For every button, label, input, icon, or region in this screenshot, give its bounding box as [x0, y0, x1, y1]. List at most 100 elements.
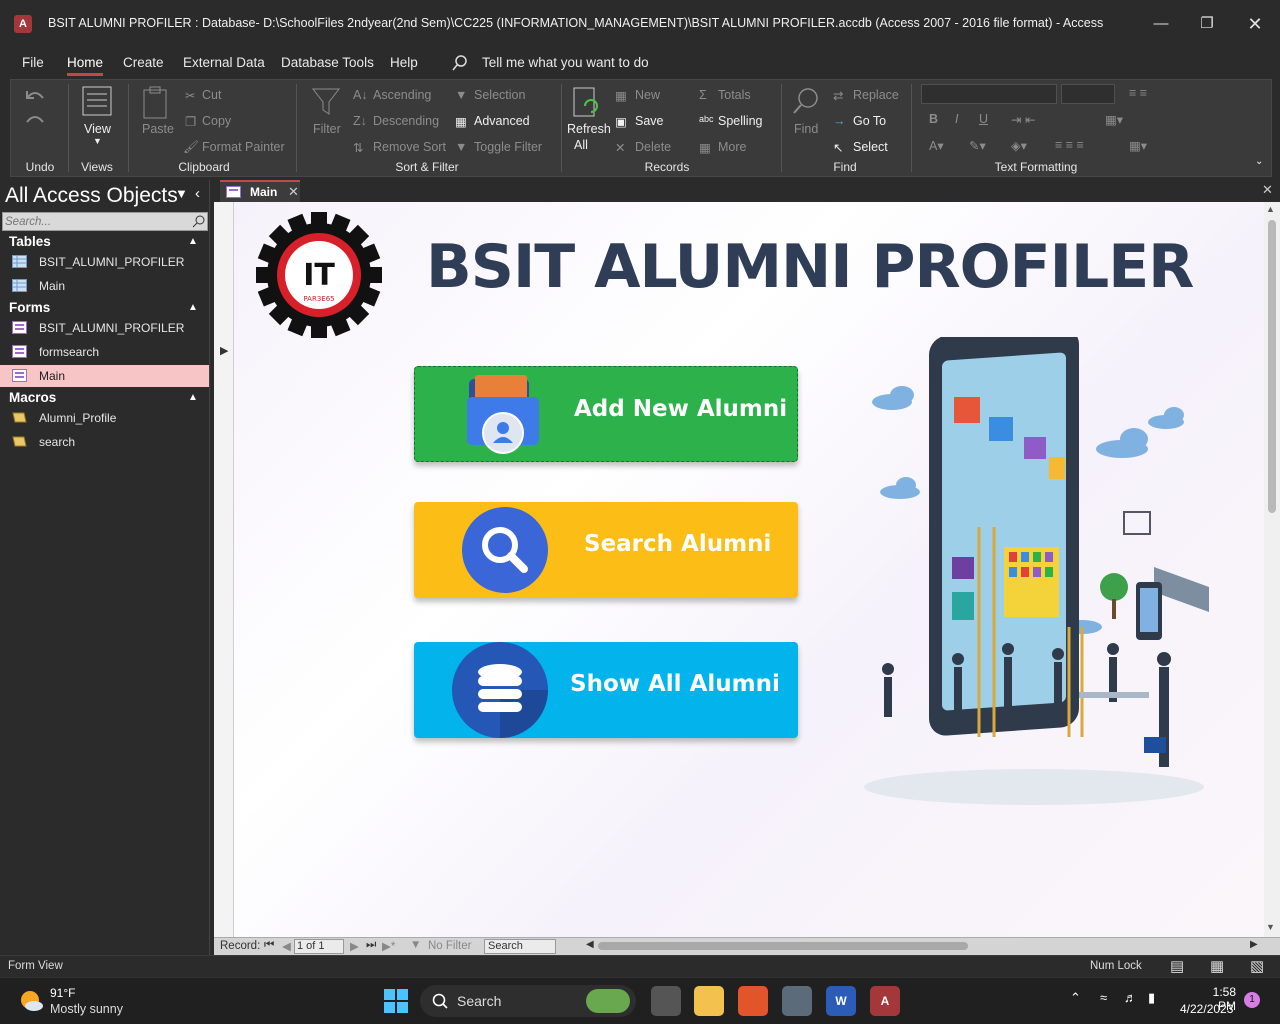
- toggle-filter-button[interactable]: Toggle Filter: [474, 140, 542, 154]
- next-record-icon[interactable]: ▶: [350, 939, 359, 953]
- select-button[interactable]: Select: [853, 140, 888, 154]
- tab-create[interactable]: Create: [123, 55, 164, 70]
- layout-view-icon[interactable]: ▦: [1210, 957, 1224, 975]
- nav-item-table-main[interactable]: Main: [0, 275, 209, 297]
- nav-pane-header[interactable]: All Access Objects: [5, 184, 178, 208]
- calculator-icon[interactable]: [782, 986, 812, 1016]
- font-color-icon[interactable]: A▾: [929, 138, 944, 153]
- selection-button[interactable]: Selection: [474, 88, 525, 102]
- goto-button[interactable]: Go To: [853, 114, 886, 128]
- indent-icons[interactable]: ⇥ ⇤: [1011, 112, 1035, 127]
- word-icon[interactable]: W: [826, 986, 856, 1016]
- nav-menu-icon[interactable]: ▼: [175, 186, 188, 201]
- scroll-down-icon[interactable]: ▼: [1266, 922, 1275, 932]
- nav-item-macro-alumni-profile[interactable]: Alumni_Profile: [0, 407, 209, 429]
- undo-redo-icons[interactable]: [23, 86, 55, 126]
- scroll-up-icon[interactable]: ▲: [1266, 204, 1275, 214]
- tab-help[interactable]: Help: [390, 55, 418, 70]
- record-position-box[interactable]: 1 of 1: [294, 939, 344, 954]
- taskbar-search[interactable]: Search: [420, 985, 636, 1017]
- nav-collapse-icon[interactable]: ‹: [195, 185, 200, 202]
- hscroll-left-icon[interactable]: ◀: [586, 939, 594, 950]
- chevron-up-icon[interactable]: ▲: [188, 392, 198, 403]
- record-selector[interactable]: ▶: [214, 202, 234, 937]
- record-search-box[interactable]: Search: [484, 939, 556, 954]
- format-painter-button[interactable]: Format Painter: [202, 140, 285, 154]
- advanced-button[interactable]: Advanced: [474, 114, 530, 128]
- tab-file[interactable]: File: [22, 55, 44, 70]
- tab-database-tools[interactable]: Database Tools: [281, 55, 374, 70]
- list-icons[interactable]: ≡ ≡: [1129, 86, 1147, 100]
- no-filter-indicator[interactable]: No Filter: [428, 940, 471, 952]
- nav-item-table-bsit[interactable]: BSIT_ALUMNI_PROFILER: [0, 251, 209, 273]
- form-view-icon[interactable]: ▤: [1170, 957, 1184, 975]
- nav-search-input[interactable]: [3, 213, 189, 230]
- clock-date[interactable]: 4/22/2023: [1180, 1002, 1233, 1016]
- tell-me-box[interactable]: Tell me what you want to do: [482, 55, 649, 70]
- tab-external-data[interactable]: External Data: [183, 55, 265, 70]
- volume-icon[interactable]: ♬: [1124, 990, 1137, 1005]
- collapse-ribbon-icon[interactable]: ⌄: [1255, 156, 1263, 167]
- nav-category-tables[interactable]: Tables: [9, 234, 51, 249]
- add-new-alumni-button[interactable]: Add New Alumni: [414, 366, 798, 462]
- first-record-icon[interactable]: ⏮: [264, 939, 274, 952]
- view-button[interactable]: View: [84, 122, 111, 136]
- ascending-button[interactable]: Ascending: [373, 88, 431, 102]
- nav-item-form-bsit[interactable]: BSIT_ALUMNI_PROFILER: [0, 317, 209, 339]
- notification-badge[interactable]: 1: [1244, 992, 1260, 1008]
- nav-category-macros[interactable]: Macros: [9, 390, 56, 405]
- weather-sun-icon[interactable]: [18, 988, 44, 1014]
- access-taskbar-icon[interactable]: A: [870, 986, 900, 1016]
- minimize-button[interactable]: —: [1146, 10, 1176, 38]
- windows-start-icon[interactable]: [384, 989, 408, 1013]
- totals-button[interactable]: Totals: [718, 88, 751, 102]
- italic-button[interactable]: I: [955, 112, 958, 126]
- prev-record-icon[interactable]: ◀: [282, 939, 291, 953]
- chevron-up-icon[interactable]: ▲: [188, 302, 198, 313]
- view-dropdown-icon[interactable]: ▼: [93, 136, 102, 146]
- filter-button[interactable]: Filter: [313, 122, 341, 136]
- highlight-icon[interactable]: ✎▾: [969, 138, 986, 153]
- brave-browser-icon[interactable]: [738, 986, 768, 1016]
- close-document-icon[interactable]: ✕: [1262, 182, 1273, 198]
- alt-row-color-icon[interactable]: ▦▾: [1129, 138, 1147, 153]
- chevron-up-icon[interactable]: ▲: [188, 236, 198, 247]
- copy-button[interactable]: Copy: [202, 114, 231, 128]
- battery-icon[interactable]: ▮: [1148, 990, 1155, 1006]
- show-all-alumni-button[interactable]: Show All Alumni: [414, 642, 798, 738]
- refresh-all-button[interactable]: Refresh: [567, 122, 611, 136]
- fill-color-icon[interactable]: ◈▾: [1011, 138, 1027, 153]
- tab-home[interactable]: Home: [67, 55, 104, 76]
- nav-item-form-formsearch[interactable]: formsearch: [0, 341, 209, 363]
- close-window-button[interactable]: ✕: [1240, 10, 1270, 38]
- chevron-up-icon[interactable]: ⌃: [1070, 990, 1081, 1006]
- gridlines-icon[interactable]: ▦▾: [1105, 112, 1123, 127]
- align-icons[interactable]: ≡ ≡ ≡: [1055, 138, 1084, 152]
- horizontal-scroll-thumb[interactable]: [598, 942, 968, 950]
- restore-button[interactable]: ❐: [1192, 10, 1222, 38]
- nav-item-macro-search[interactable]: search: [0, 431, 209, 453]
- underline-button[interactable]: U: [979, 112, 988, 126]
- spelling-button[interactable]: Spelling: [718, 114, 762, 128]
- doc-tab-main[interactable]: Main ✕: [220, 180, 300, 202]
- close-tab-icon[interactable]: ✕: [288, 184, 299, 200]
- task-view-icon[interactable]: [651, 986, 681, 1016]
- save-button[interactable]: Save: [635, 114, 664, 128]
- hscroll-right-icon[interactable]: ▶: [1250, 939, 1258, 950]
- remove-sort-button[interactable]: Remove Sort: [373, 140, 446, 154]
- last-record-icon[interactable]: ⏭: [366, 939, 376, 952]
- file-explorer-icon[interactable]: [694, 986, 724, 1016]
- replace-button[interactable]: Replace: [853, 88, 899, 102]
- more-button[interactable]: More: [718, 140, 746, 154]
- font-name-combo[interactable]: [921, 84, 1057, 104]
- descending-button[interactable]: Descending: [373, 114, 439, 128]
- vertical-scrollbar[interactable]: ▲ ▼: [1264, 202, 1280, 937]
- new-record-nav-icon[interactable]: ▶*: [382, 939, 395, 953]
- nav-item-form-main[interactable]: Main: [0, 365, 209, 387]
- design-view-icon[interactable]: ▧: [1250, 957, 1264, 975]
- cut-button[interactable]: Cut: [202, 88, 221, 102]
- search-alumni-button[interactable]: Search Alumni: [414, 502, 798, 598]
- bold-button[interactable]: B: [929, 112, 938, 126]
- nav-category-forms[interactable]: Forms: [9, 300, 50, 315]
- scrollbar-thumb[interactable]: [1268, 220, 1276, 513]
